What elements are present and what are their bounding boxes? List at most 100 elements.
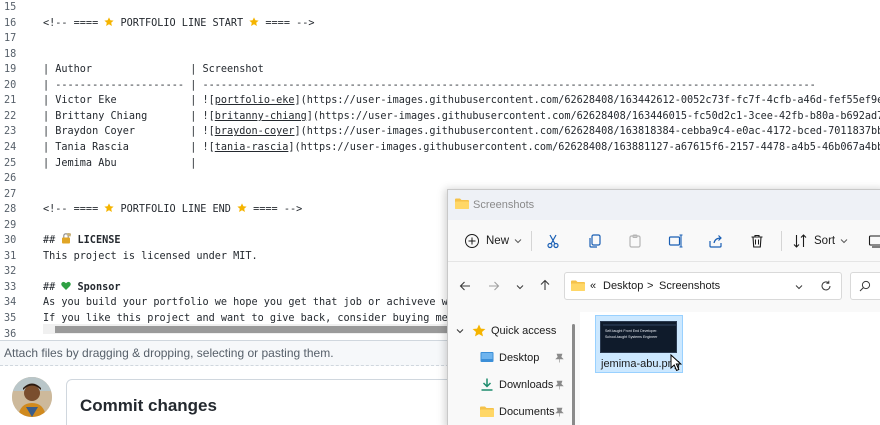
address-row: « Desktop > Screenshots — [448, 262, 880, 312]
line-text: | Brittany Chiang | ![britanny-chiang](h… — [43, 110, 880, 122]
thumbnail-text-line-1: Self-taught Front End Developer. — [605, 329, 658, 333]
code-line[interactable]: 34 As you build your portfolio we hope yo… — [0, 295, 460, 311]
download-icon — [481, 378, 493, 391]
line-number: 22 — [4, 110, 17, 122]
line-text: This project is licensed under MIT. — [43, 250, 258, 262]
line-number: 29 — [4, 219, 17, 231]
code-line[interactable]: 19 | Author | Screenshot — [0, 62, 264, 78]
line-number: 36 — [4, 328, 17, 340]
line-number: 25 — [4, 157, 17, 169]
share-icon — [709, 235, 722, 248]
breadcrumb-desktop[interactable]: Desktop — [603, 280, 643, 292]
new-label: New — [486, 235, 510, 247]
code-line[interactable]: 20 | --------------------- | ------------… — [0, 78, 816, 94]
line-text: | Tania Rascia | ![tania-rascia](https:/… — [43, 141, 880, 153]
line-number: 27 — [4, 188, 17, 200]
sort-label: Sort — [814, 235, 836, 247]
rename-button[interactable] — [668, 230, 684, 252]
new-button[interactable]: New — [464, 230, 522, 252]
code-line[interactable]: 15 — [0, 0, 28, 16]
line-number: 35 — [4, 313, 17, 324]
code-line[interactable]: 24 | Tania Rascia | ![tania-rascia](https… — [0, 140, 880, 156]
code-line[interactable]: 23 | Braydon Coyer | ![braydon-coyer](htt… — [0, 124, 880, 140]
code-line[interactable]: 35 If you like this project and want to g… — [0, 311, 460, 327]
scissors-icon — [547, 234, 559, 249]
line-number: 32 — [4, 266, 17, 278]
star-emoji-icon — [249, 16, 259, 26]
cut-button[interactable] — [545, 230, 561, 252]
lock-emoji-icon — [62, 233, 72, 244]
line-text: As you build your portfolio we hope you … — [43, 297, 461, 309]
line-text: | --------------------- | --------------… — [43, 79, 816, 91]
nav-quick-access[interactable]: Quick access — [448, 319, 568, 343]
search-box[interactable] — [850, 272, 880, 300]
file-name[interactable]: jemima-abu.png — [601, 358, 680, 370]
chevron-down-icon[interactable] — [456, 327, 464, 335]
code-line[interactable]: 29 — [0, 218, 28, 234]
paste-button[interactable] — [627, 230, 643, 252]
horizontal-scrollbar-thumb[interactable] — [55, 326, 448, 333]
code-line[interactable]: 16 <!-- ==== PORTFOLIO LINE START ==== --… — [0, 16, 314, 32]
code-line[interactable]: 26 — [0, 171, 28, 187]
line-number: 24 — [4, 141, 17, 153]
code-line[interactable]: 27 — [0, 187, 28, 203]
pin-icon — [555, 353, 564, 363]
code-line[interactable]: 30 ## LICENSE — [0, 233, 120, 249]
code-line[interactable]: 28 <!-- ==== PORTFOLIO LINE END ==== --> — [0, 202, 302, 218]
trash-icon — [751, 234, 763, 248]
nav-downloads[interactable]: Downloads — [448, 373, 568, 397]
thumbnail-text-line-2: School-taught Systems Engineer — [605, 335, 658, 339]
line-number: 34 — [4, 297, 17, 309]
line-number: 20 — [4, 79, 17, 91]
explorer-titlebar[interactable]: Screenshots — [448, 190, 880, 220]
green-heart-emoji-icon — [61, 281, 72, 290]
address-dropdown-chevron-icon[interactable] — [795, 283, 803, 291]
chevron-down-icon — [840, 239, 848, 244]
desktop-icon — [480, 352, 494, 362]
sort-button[interactable]: Sort — [792, 230, 848, 252]
line-number: 16 — [4, 17, 17, 29]
copy-icon — [589, 234, 601, 248]
nav-documents-label: Documents — [499, 406, 555, 418]
line-text: ## LICENSE — [43, 233, 120, 249]
plus-circle-icon — [465, 234, 479, 248]
code-line[interactable]: 21 | Victor Eke | ![portfolio-eke](https:… — [0, 93, 880, 109]
line-text: | Author | Screenshot — [43, 64, 264, 76]
back-arrow-icon[interactable] — [459, 280, 471, 292]
navigation-pane-scrollbar[interactable] — [572, 324, 575, 425]
refresh-icon[interactable] — [820, 280, 832, 292]
code-line[interactable]: 36 — [0, 327, 28, 340]
pin-icon — [555, 407, 564, 417]
copy-button[interactable] — [587, 230, 603, 252]
line-number: 31 — [4, 250, 17, 262]
line-number: 18 — [4, 48, 17, 60]
delete-button[interactable] — [749, 230, 765, 252]
folder-icon — [571, 280, 585, 291]
share-button[interactable] — [708, 230, 724, 252]
code-line[interactable]: 22 | Brittany Chiang | ![britanny-chiang]… — [0, 109, 880, 125]
nav-desktop[interactable]: Desktop — [448, 346, 568, 370]
folder-icon — [455, 198, 469, 209]
code-line[interactable]: 31 This project is licensed under MIT. — [0, 249, 258, 265]
code-line[interactable]: 33 ## Sponsor — [0, 280, 120, 296]
code-line[interactable]: 25 | Jemima Abu | — [0, 156, 196, 172]
up-arrow-icon[interactable] — [539, 279, 551, 291]
code-line[interactable]: 17 — [0, 31, 28, 47]
view-button[interactable] — [868, 230, 880, 252]
thumbnail-header-bar — [603, 324, 676, 326]
forward-arrow-icon[interactable] — [488, 280, 500, 292]
file-thumbnail[interactable]: Self-taught Front End Developer. School-… — [600, 321, 677, 353]
search-icon — [859, 280, 871, 292]
code-line[interactable]: 32 — [0, 264, 28, 280]
address-bar[interactable]: « Desktop > Screenshots — [564, 272, 842, 300]
file-explorer-window[interactable]: Screenshots New Sort « Desktop > Screens… — [447, 189, 880, 425]
nav-documents[interactable]: Documents — [448, 400, 568, 424]
recent-locations-chevron-icon[interactable] — [516, 283, 524, 291]
breadcrumb-overflow[interactable]: « — [590, 280, 596, 292]
breadcrumb-screenshots[interactable]: Screenshots — [659, 280, 720, 292]
star-emoji-icon — [104, 203, 114, 213]
code-line[interactable]: 18 — [0, 47, 28, 63]
star-emoji-icon — [104, 16, 114, 26]
breadcrumb-separator: > — [647, 280, 654, 292]
line-number: 19 — [4, 64, 17, 76]
